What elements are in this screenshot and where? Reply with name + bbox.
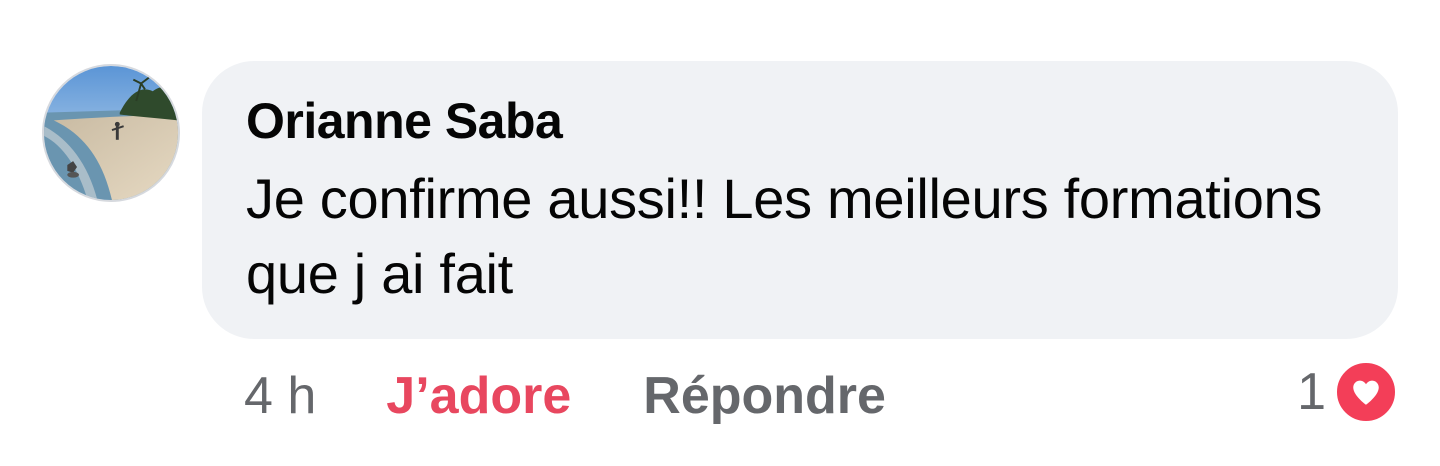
avatar[interactable]: [42, 64, 180, 202]
reaction-summary[interactable]: 1: [1297, 360, 1398, 424]
comment-actions: 4 h J’adore Répondre: [244, 364, 886, 428]
comment-author[interactable]: Orianne Saba: [246, 91, 563, 151]
reaction-count: 1: [1297, 363, 1326, 421]
comment: Orianne Saba Je confirme aussi!! Les mei…: [0, 0, 1440, 466]
comment-text: Je confirme aussi!! Les meilleurs format…: [246, 167, 1323, 305]
like-button[interactable]: J’adore: [386, 366, 571, 426]
comment-bubble: Orianne Saba Je confirme aussi!! Les mei…: [202, 61, 1398, 339]
beach-photo-avatar-icon: [44, 66, 178, 200]
heart-icon: [1334, 360, 1398, 424]
reply-button[interactable]: Répondre: [643, 366, 886, 426]
comment-timestamp[interactable]: 4 h: [244, 366, 316, 426]
